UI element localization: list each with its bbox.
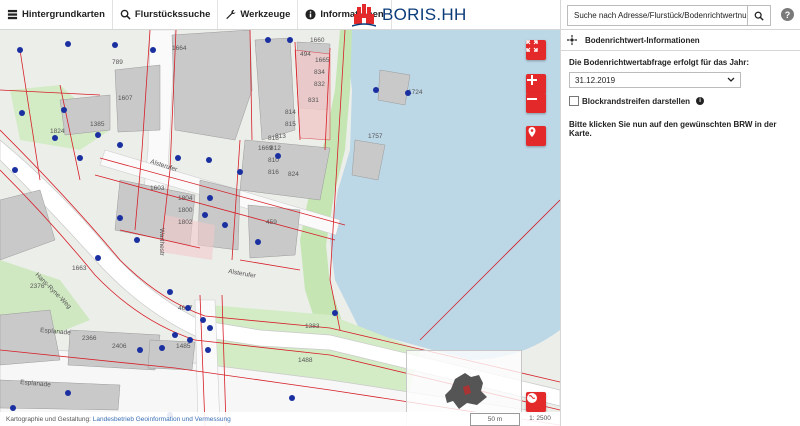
menu-werkzeuge[interactable]: Werkzeuge: [218, 0, 299, 29]
crosshair-icon: [567, 35, 577, 45]
map-footer: Kartographie und Gestaltung: Landesbetri…: [0, 412, 560, 426]
side-panel: ? Bodenrichtwert-Informationen Die Boden…: [560, 0, 800, 426]
help-button[interactable]: ?: [781, 8, 794, 21]
fullscreen-button[interactable]: [526, 40, 546, 60]
menu-flurstueckssuche[interactable]: Flurstückssuche: [113, 0, 219, 29]
parcel-number: 789: [112, 59, 123, 66]
year-label: Die Bodenrichtwertabfrage erfolgt für da…: [569, 58, 750, 67]
parcel-number: 816: [268, 169, 279, 176]
parcel-number: 459: [266, 219, 277, 226]
parcel-number: 2366: [82, 335, 97, 342]
globe-icon: [527, 393, 537, 403]
menu-label: Werkzeuge: [240, 9, 291, 20]
locate-button[interactable]: [526, 126, 546, 146]
parcel-number: 814: [285, 109, 296, 116]
overview-toggle-button[interactable]: [526, 392, 546, 412]
search-input[interactable]: [568, 7, 748, 24]
parcel-number: 832: [314, 81, 325, 88]
info-icon[interactable]: i: [696, 97, 705, 105]
expand-icon: [526, 40, 538, 52]
parcel-number: 1804: [178, 195, 193, 202]
parcel-number: 1383: [305, 323, 320, 330]
street-label: Warthestr: [158, 228, 165, 257]
hamburg-logo-icon: [352, 3, 376, 27]
parcel-number: 831: [308, 97, 319, 104]
parcel-number: 494: [300, 51, 311, 58]
parcel-number: 1665: [315, 57, 330, 64]
copyright: Kartographie und Gestaltung: Landesbetri…: [0, 416, 231, 423]
year-value: 31.12.2019: [575, 75, 616, 85]
plus-icon: [527, 75, 537, 85]
parcel-number: 1488: [298, 357, 313, 364]
menu-hintergrundkarten[interactable]: Hintergrundkarten: [0, 0, 113, 29]
copyright-prefix: Kartographie und Gestaltung:: [6, 415, 93, 423]
parcel-number: 1385: [90, 121, 105, 128]
zoom-out-button[interactable]: [526, 93, 546, 113]
parcel-number: 2406: [112, 343, 127, 350]
blockrand-checkbox[interactable]: [569, 96, 579, 106]
parcel-number: 2376: [30, 283, 45, 290]
panel-header: Bodenrichtwert-Informationen: [561, 29, 800, 51]
parcel-number: 834: [314, 69, 325, 76]
info-icon: [305, 9, 316, 20]
copyright-link[interactable]: Landesbetrieb Geoinformation und Vermess…: [93, 416, 231, 423]
parcel-number: 1663: [72, 265, 87, 272]
panel-title: Bodenrichtwert-Informationen: [585, 35, 700, 45]
search-icon: [120, 9, 131, 20]
parcel-number: 1664: [172, 45, 187, 52]
menu-label: Flurstückssuche: [134, 9, 211, 20]
search-box: [567, 5, 771, 26]
layers-icon: [7, 9, 18, 20]
search-button[interactable]: [747, 6, 770, 25]
parcel-number: 815: [285, 121, 296, 128]
map-view[interactable]: Alsterufer Warthestr Hans-Ryne-Weg Espla…: [0, 30, 560, 426]
scale-bar: 50 m: [470, 413, 520, 426]
minus-icon: [527, 98, 537, 100]
parcel-number: 1485: [176, 343, 191, 350]
blockrand-label: Blockrandstreifen darstellen: [582, 96, 691, 106]
map-pin-icon: [528, 127, 536, 137]
zoom-in-button[interactable]: [526, 74, 546, 94]
parcel-number: 812: [270, 145, 281, 152]
parcel-number: 1800: [178, 207, 193, 214]
parcel-number: 1802: [178, 219, 193, 226]
parcel-number: 1603: [150, 185, 165, 192]
brand: BORIS.HH: [352, 0, 467, 29]
wrench-icon: [226, 9, 236, 20]
parcel-number: 824: [288, 171, 299, 178]
top-menu-bar: Hintergrundkarten Flurstückssuche Werkze…: [0, 0, 560, 30]
menu-label: Hintergrundkarten: [22, 9, 105, 20]
year-select[interactable]: 31.12.2019: [569, 72, 741, 88]
parcel-number: 1607: [118, 95, 133, 102]
parcel-number: 818: [268, 135, 279, 142]
panel-body: Die Bodenrichtwertabfrage erfolgt für da…: [569, 58, 795, 138]
blockrand-row: Blockrandstreifen darstellen i: [569, 96, 795, 106]
parcel-number: 1824: [50, 128, 65, 135]
parcel-number: 1660: [310, 37, 325, 44]
parcel-number: 1757: [368, 133, 383, 140]
search-icon: [754, 11, 764, 21]
scale-ratio: 1: 2500: [529, 415, 551, 422]
instruction-text: Bitte klicken Sie nun auf den gewünschte…: [569, 120, 777, 138]
chevron-down-icon: [727, 77, 735, 82]
brand-title: BORIS.HH: [382, 4, 467, 24]
